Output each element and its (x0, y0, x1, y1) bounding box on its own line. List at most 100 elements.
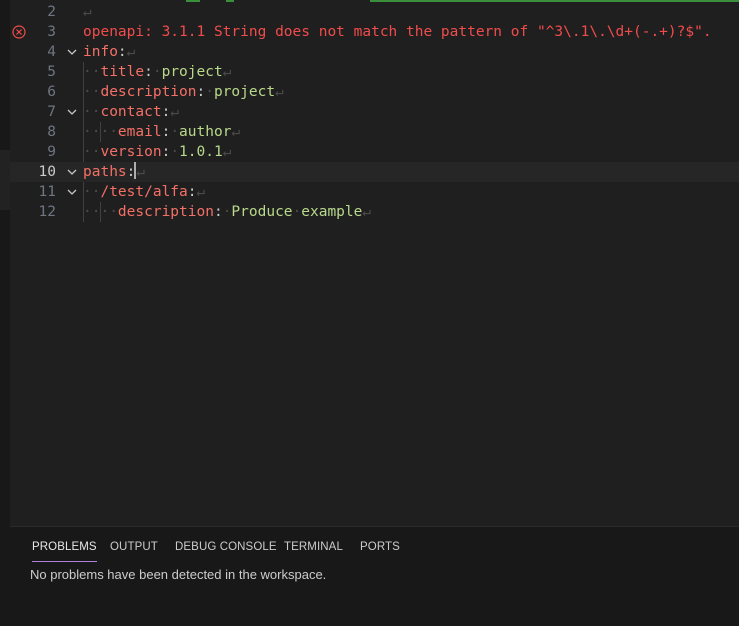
newline-marker: ↵ (136, 164, 146, 180)
code-token: example (301, 204, 363, 220)
code-line[interactable]: 12 ····description:·Produce·example↵ (10, 202, 739, 222)
tab-problems[interactable]: PROBLEMS (32, 540, 97, 562)
edge-mark (0, 150, 10, 210)
panel-tabs: PROBLEMS OUTPUT DEBUG CONSOLE TERMINAL PORTS (10, 527, 739, 567)
code-token: author (179, 124, 232, 140)
whitespace-marker: ·· (83, 64, 101, 80)
line-number: 5 (47, 64, 56, 80)
line-number: 8 (47, 124, 56, 140)
whitespace-marker: ···· (83, 124, 118, 140)
line-number: 12 (38, 204, 56, 220)
tab-ports[interactable]: PORTS (360, 540, 400, 562)
tab-label: PORTS (360, 541, 400, 553)
code-token: : (187, 184, 197, 200)
bottom-panel: PROBLEMS OUTPUT DEBUG CONSOLE TERMINAL PORTS… (10, 526, 739, 626)
code-token: : (161, 124, 171, 140)
code-line[interactable]: 8 ····email:·author↵ (10, 122, 739, 142)
code-token: info (83, 44, 118, 60)
newline-marker: ↵ (231, 124, 241, 140)
line-number: 2 (47, 4, 56, 20)
whitespace-marker: · (205, 84, 214, 100)
whitespace-marker: · (170, 144, 180, 160)
tab-terminal[interactable]: TERMINAL (284, 540, 343, 562)
whitespace-marker: · (292, 204, 302, 220)
newline-marker: ↵ (126, 44, 136, 60)
newline-marker: ↵ (83, 4, 92, 20)
line-content: info:↵ (83, 42, 135, 62)
line-content: ····email:·author↵ (83, 122, 240, 142)
newline-marker: ↵ (222, 144, 232, 160)
code-line[interactable]: 11 ··/test/alfa:↵ (10, 182, 739, 202)
code-token: : (161, 104, 171, 120)
code-token: : (144, 64, 153, 80)
line-content: ··title:·project↵ (83, 62, 231, 82)
vscode-window: 2 ↵ 3 openapi: 3.1.1 String does not match … (0, 0, 739, 626)
newline-marker: ↵ (362, 204, 372, 220)
code-token: 1.0.1 (179, 144, 223, 160)
whitespace-marker: ·· (83, 144, 101, 160)
code-line[interactable]: 9 ··version:·1.0.1↵ (10, 142, 739, 162)
tab-label: DEBUG CONSOLE (175, 541, 277, 553)
whitespace-marker: · (170, 124, 180, 140)
code-token: version (100, 144, 162, 160)
code-line[interactable]: 3 openapi: 3.1.1 String does not match th… (10, 22, 739, 42)
code-token: : (213, 204, 223, 220)
code-token: project (161, 64, 223, 80)
error-text: : (144, 24, 153, 40)
tab-debug-console[interactable]: DEBUG CONSOLE (175, 540, 277, 562)
newline-marker: ↵ (196, 184, 206, 200)
tab-label: TERMINAL (284, 541, 343, 553)
problems-message: No problems have been detected in the wo… (30, 567, 327, 582)
line-content: ··/test/alfa:↵ (83, 182, 205, 202)
code-token: : (161, 144, 171, 160)
code-line[interactable]: 10 paths:↵ (10, 162, 739, 182)
line-number: 6 (47, 84, 56, 100)
code-token: : (196, 84, 206, 100)
error-text: openapi (83, 24, 145, 40)
code-line[interactable]: 7 ··contact:↵ (10, 102, 739, 122)
code-line[interactable]: 2 ↵ (10, 2, 739, 22)
fold-chevron-icon[interactable] (65, 102, 79, 122)
newline-marker: ↵ (275, 84, 284, 100)
code-editor[interactable]: 2 ↵ 3 openapi: 3.1.1 String does not match … (10, 0, 739, 526)
code-token: description (117, 204, 214, 220)
line-number: 11 (38, 184, 56, 200)
error-text (153, 24, 162, 40)
tab-label: OUTPUT (110, 541, 158, 553)
code-line[interactable]: 6 ··description:·project↵ (10, 82, 739, 102)
code-token: email (117, 124, 162, 140)
line-number: 9 (47, 144, 56, 160)
newline-marker: ↵ (222, 64, 232, 80)
line-number: 4 (47, 44, 56, 60)
whitespace-marker: ·· (83, 184, 101, 200)
code-line[interactable]: 4 info:↵ (10, 42, 739, 62)
whitespace-marker: ·· (83, 84, 101, 100)
code-token: contact (100, 104, 162, 120)
line-number: 3 (47, 24, 56, 40)
active-tab-indicator (32, 561, 97, 562)
fold-chevron-icon[interactable] (65, 42, 79, 62)
code-token: description (100, 84, 197, 100)
code-line[interactable]: 5 ··title:·project↵ (10, 62, 739, 82)
tab-output[interactable]: OUTPUT (110, 540, 158, 562)
line-content: openapi: 3.1.1 String does not match the… (83, 22, 712, 42)
activity-edge (0, 0, 10, 626)
code-token: : (117, 44, 127, 60)
error-text: 3.1.1 String does not match the pattern … (161, 24, 712, 40)
line-content: ··contact:↵ (83, 102, 179, 122)
newline-marker: ↵ (170, 104, 180, 120)
line-number: 10 (38, 164, 56, 180)
line-content: ··description:·project↵ (83, 82, 284, 102)
whitespace-marker: ·· (83, 104, 101, 120)
tab-label: PROBLEMS (32, 541, 97, 553)
line-content: ··version:·1.0.1↵ (83, 142, 231, 162)
line-content: ↵ (83, 2, 92, 22)
line-content: paths:↵ (83, 162, 145, 182)
whitespace-marker: · (152, 64, 162, 80)
code-token: paths (83, 164, 127, 180)
code-token: project (213, 84, 276, 100)
code-token: /test/alfa (100, 184, 188, 200)
code-token: Produce (231, 204, 293, 220)
fold-chevron-icon[interactable] (65, 182, 79, 202)
fold-chevron-icon[interactable] (65, 162, 79, 182)
